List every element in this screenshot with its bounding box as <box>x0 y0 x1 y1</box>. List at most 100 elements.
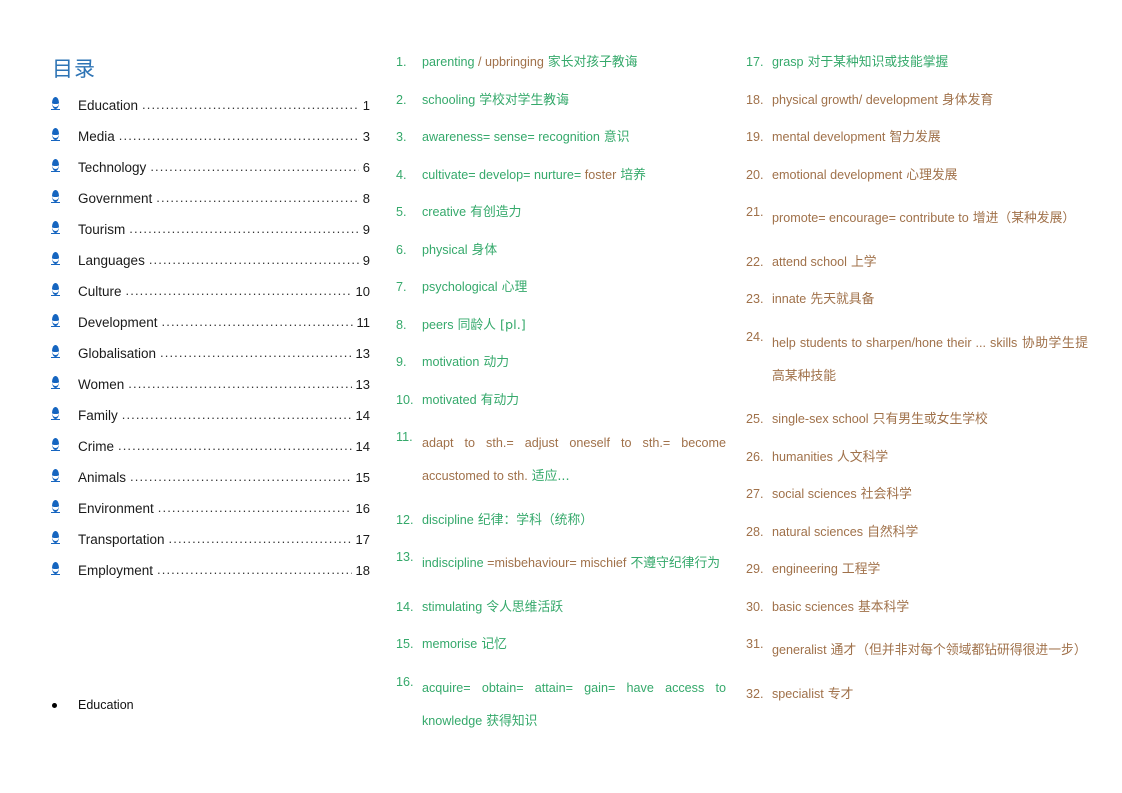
vocab-term-chinese: 通才（但并非对每个领域都钻研得很进一步） <box>826 643 1087 658</box>
toc-dot-leader: ........................................… <box>130 469 352 484</box>
vocab-term-english: help students to sharpen/hone their ... … <box>772 335 1018 350</box>
vocab-term-chinese: 同龄人 [pl.] <box>453 317 526 333</box>
toc-dot-leader: ........................................… <box>156 190 359 205</box>
vocab-term-english: natural sciences <box>772 524 864 539</box>
vocab-term-english: parenting <box>422 55 475 69</box>
vocab-entry-number: 17. <box>746 55 764 69</box>
toc-entry-label: Women <box>78 377 125 392</box>
vocab-entry-number: 20. <box>746 167 764 182</box>
bullet-dot-icon <box>51 221 60 234</box>
vocab-term-english: physical growth/ development <box>772 92 938 107</box>
toc-entry-tourism[interactable]: Tourism.................................… <box>51 221 370 253</box>
vocab-entry-number: 14. <box>396 599 414 614</box>
vocab-term-english: specialist <box>772 686 824 701</box>
vocab-entry: 32. specialist 专才 <box>746 684 1088 705</box>
toc-entry-technology[interactable]: Technology..............................… <box>51 159 370 191</box>
toc-entry-family[interactable]: Family..................................… <box>51 407 370 439</box>
toc-entry-transportation[interactable]: Transportation..........................… <box>51 531 370 563</box>
vocab-term-chinese: 增进（某种发展） <box>968 211 1076 226</box>
vocab-entry: 31. generalist 通才（但并非对每个领域都钻研得很进一步） <box>746 634 1088 667</box>
toc-entry-page-number: 9 <box>362 253 370 268</box>
toc-bullet-icon <box>51 407 78 420</box>
vocab-entry: 7. psychological 心理 <box>396 277 726 298</box>
vocab-term-english: memorise <box>422 637 478 651</box>
toc-entry-government[interactable]: Government..............................… <box>51 190 370 222</box>
toc-entry-languages[interactable]: Languages...............................… <box>51 252 370 284</box>
vocab-entry-number: 31. <box>746 637 764 651</box>
vocab-entry: 2. schooling 学校对学生教诲 <box>396 90 726 111</box>
vocab-term-english: innate <box>772 292 807 306</box>
toc-bullet-icon <box>51 221 78 234</box>
vocab-term-english: emotional development <box>772 167 903 182</box>
toc-entry-globalisation[interactable]: Globalisation...........................… <box>51 345 370 377</box>
toc-dot-leader: ........................................… <box>128 376 352 391</box>
toc-entry-label: Media <box>78 129 115 144</box>
vocab-term-chinese: 身体 <box>467 242 498 258</box>
toc-entry-media[interactable]: Media...................................… <box>51 128 370 160</box>
vocab-entry-number: 10. <box>396 392 414 407</box>
toc-entry-crime[interactable]: Crime...................................… <box>51 438 370 470</box>
toc-entry-label: Family <box>78 408 118 423</box>
vocab-entry: 28. natural sciences 自然科学 <box>746 522 1088 543</box>
toc-entry-employment[interactable]: Employment..............................… <box>51 562 370 594</box>
toc-entry-label: Animals <box>78 470 127 485</box>
toc-entry-label: Tourism <box>78 222 126 237</box>
toc-bullet-icon <box>51 159 78 172</box>
toc-entry-label: Globalisation <box>78 346 157 361</box>
vocab-entry-body: engineering 工程学 <box>772 559 1088 580</box>
vocab-entry-number: 1. <box>396 55 407 69</box>
vocab-term-english: psychological <box>422 280 498 294</box>
vocab-entry: 20. emotional development 心理发展 <box>746 165 1088 186</box>
toc-dot-leader: ........................................… <box>118 438 352 453</box>
vocab-column-right: 17. grasp 对于某种知识或技能掌握 18. physical growth/ … <box>746 52 1088 721</box>
toc-entry-development[interactable]: Development.............................… <box>51 314 370 346</box>
bullet-dot-icon <box>51 252 60 265</box>
vocab-term-english: awareness= sense= recognition <box>422 130 600 144</box>
toc-entry-animals[interactable]: Animals.................................… <box>51 469 370 501</box>
vocab-term-english: motivation <box>422 355 480 369</box>
toc-entry-page-number: 6 <box>362 160 370 175</box>
bullet-dot-icon <box>51 128 60 141</box>
vocab-term-english: single-sex school <box>772 412 869 426</box>
bullet-dot-icon <box>51 562 60 575</box>
toc-entry-education[interactable]: Education...............................… <box>51 97 370 129</box>
vocab-entry-body: promote= encourage= contribute to 增进（某种发… <box>772 202 1088 235</box>
vocab-term-chinese: 有创造力 <box>466 205 522 220</box>
vocab-entry-number: 11. <box>396 430 413 444</box>
vocab-entry-number: 23. <box>746 292 764 306</box>
bullet-dot-icon <box>51 159 60 172</box>
vocab-term-chinese: 工程学 <box>837 562 881 577</box>
toc-entry-environment[interactable]: Environment.............................… <box>51 500 370 532</box>
vocab-term-english: physical <box>422 242 468 257</box>
vocab-term-chinese: 上学 <box>846 254 877 270</box>
toc-dot-leader: ........................................… <box>150 159 359 174</box>
bullet-dot-icon <box>51 345 60 358</box>
toc-entry-women[interactable]: Women...................................… <box>51 376 370 408</box>
vocab-entry-number: 5. <box>396 205 407 219</box>
vocab-entry-number: 3. <box>396 130 407 144</box>
toc-entry-culture[interactable]: Culture.................................… <box>51 283 370 315</box>
vocab-term-english: acquire= obtain= attain= gain= have acce… <box>422 680 726 728</box>
vocab-entry: 14. stimulating 令人思维活跃 <box>396 597 726 618</box>
vocab-entry-body: parenting / upbringing 家长对孩子教诲 <box>422 52 726 73</box>
toc-bullet-icon <box>51 376 78 389</box>
vocab-entry-number: 7. <box>396 280 407 294</box>
toc-bullet-icon <box>51 531 78 544</box>
toc-dot-leader: ........................................… <box>121 407 352 422</box>
vocab-entry-body: innate 先天就具备 <box>772 289 1088 310</box>
vocab-term-english: creative <box>422 205 467 219</box>
vocab-term-chinese: 获得知识 <box>482 713 538 729</box>
bullet-dot-icon <box>51 438 60 451</box>
toc-list: Education...............................… <box>51 97 370 594</box>
vocab-entry-number: 15. <box>396 637 414 651</box>
vocab-term-chinese: 学校对学生教诲 <box>475 92 569 108</box>
toc-dot-leader: ........................................… <box>160 345 351 360</box>
bullet-dot-icon <box>51 97 60 110</box>
vocab-entry-number: 13. <box>396 550 414 564</box>
bullet-dot-icon <box>51 469 60 482</box>
toc-entry-label: Culture <box>78 284 122 299</box>
toc-entry-page-number: 8 <box>362 191 370 206</box>
vocab-term-chinese: 意识 <box>599 130 630 145</box>
toc-entry-page-number: 10 <box>355 284 370 299</box>
vocab-term-english-alt: =misbehaviour= mischief <box>487 556 627 570</box>
